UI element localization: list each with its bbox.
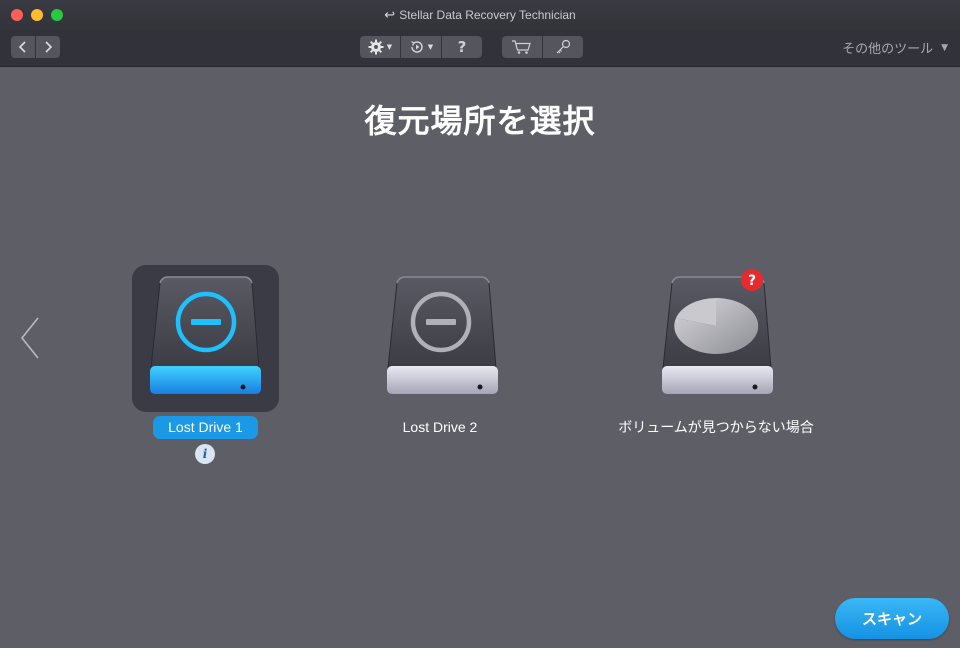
chevron-right-icon bbox=[45, 41, 53, 53]
chevron-down-icon: ▼ bbox=[386, 43, 393, 51]
lost-drive-icon bbox=[387, 276, 498, 394]
page-title: 復元場所を選択 bbox=[364, 102, 596, 140]
chevron-down-icon: ▼ bbox=[427, 43, 434, 51]
key-icon bbox=[556, 39, 571, 54]
drive-card-lost-drive-2[interactable] bbox=[371, 265, 518, 412]
history-icon bbox=[410, 40, 423, 53]
drive-label-lost-drive-1[interactable]: Lost Drive 1 bbox=[153, 416, 258, 439]
gear-icon bbox=[368, 39, 384, 55]
missing-volume-icon bbox=[662, 276, 773, 394]
other-tools-label: その他のツール bbox=[842, 42, 934, 57]
history-button[interactable]: ▼ bbox=[401, 36, 441, 58]
help-button[interactable]: ? bbox=[442, 36, 482, 58]
scan-button[interactable]: スキャン bbox=[835, 598, 949, 639]
settings-button[interactable]: ▼ bbox=[360, 36, 400, 58]
app-window: ↩ Stellar Data Recovery Technician ▼ ▼ ?… bbox=[0, 0, 960, 648]
help-icon: ? bbox=[457, 38, 467, 56]
chevron-down-icon: ▼ bbox=[941, 42, 948, 53]
activation-key-button[interactable] bbox=[543, 36, 583, 58]
back-button[interactable] bbox=[11, 36, 35, 58]
svg-text:?: ? bbox=[748, 273, 756, 289]
title-bar: ↩ Stellar Data Recovery Technician bbox=[0, 0, 960, 30]
forward-button[interactable] bbox=[36, 36, 60, 58]
drive-card-missing-volume[interactable]: ? bbox=[646, 265, 793, 412]
drive-label-lost-drive-2[interactable]: Lost Drive 2 bbox=[371, 416, 509, 439]
previous-page-arrow-icon[interactable] bbox=[18, 316, 42, 360]
app-logo-icon: ↩ bbox=[384, 7, 396, 22]
drive-label-missing-volume[interactable]: ボリュームが見つからない場合 bbox=[603, 416, 829, 439]
lost-drive-icon bbox=[150, 276, 261, 394]
window-title-bar-text: ↩ Stellar Data Recovery Technician bbox=[0, 0, 960, 30]
info-icon[interactable]: i bbox=[195, 444, 215, 464]
cart-icon bbox=[512, 40, 531, 54]
drive-card-lost-drive-1[interactable] bbox=[132, 265, 279, 412]
alert-question-badge-icon: ? bbox=[741, 269, 763, 291]
other-tools-menu[interactable]: その他のツール ▼ bbox=[842, 38, 948, 57]
chevron-left-icon bbox=[18, 41, 26, 53]
window-title: Stellar Data Recovery Technician bbox=[399, 8, 576, 22]
toolbar: ▼ ▼ ? その他のツール ▼ bbox=[0, 30, 960, 67]
cart-button[interactable] bbox=[502, 36, 542, 58]
